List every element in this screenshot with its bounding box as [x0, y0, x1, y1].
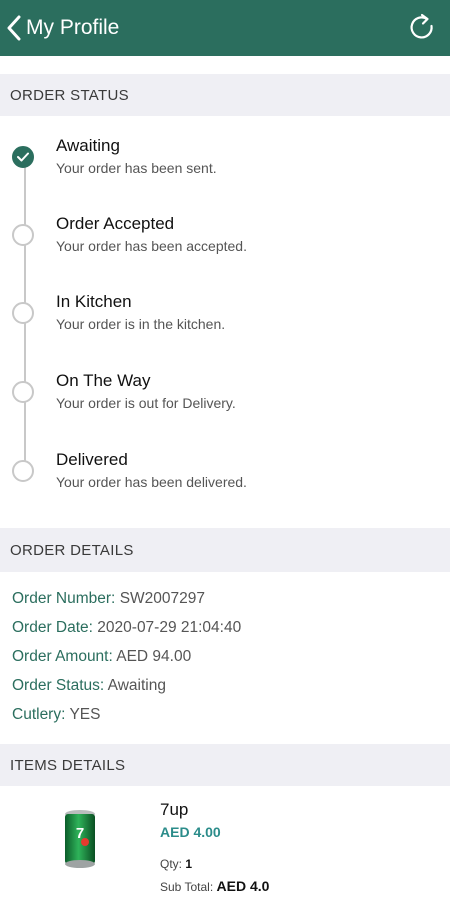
empty-circle-icon: [12, 302, 34, 324]
status-step-kitchen: In Kitchen Your order is in the kitchen.: [0, 292, 450, 362]
detail-label: Order Date:: [12, 619, 93, 636]
step-title: Delivered: [56, 450, 128, 469]
status-step-awaiting: Awaiting Your order has been sent.: [0, 136, 450, 206]
order-date-value: 2020-07-29 21:04:40: [97, 619, 242, 636]
order-status-value: Awaiting: [107, 677, 166, 694]
item-qty: Qty: 1: [160, 857, 192, 871]
qty-value: 1: [185, 857, 193, 871]
order-number-row: Order Number: SW2007297: [12, 590, 205, 608]
detail-label: Order Number:: [12, 590, 116, 607]
page-title: My Profile: [26, 16, 120, 39]
qty-label: Qty:: [160, 857, 183, 871]
step-title: Awaiting: [56, 136, 120, 155]
items-details-header: ITEMS DETAILS: [0, 744, 450, 786]
order-details-title: ORDER DETAILS: [10, 541, 134, 559]
cutlery-row: Cutlery: YES: [12, 706, 100, 724]
status-step-accepted: Order Accepted Your order has been accep…: [0, 214, 450, 284]
step-title: Order Accepted: [56, 214, 175, 233]
order-amount-value: AED 94.00: [116, 648, 192, 665]
empty-circle-icon: [12, 381, 34, 403]
refresh-icon[interactable]: [408, 12, 436, 42]
items-details-title: ITEMS DETAILS: [10, 756, 126, 774]
step-title: In Kitchen: [56, 292, 132, 311]
item-price: AED 4.00: [160, 824, 221, 840]
chevron-left-icon: [7, 15, 21, 41]
subtotal-value: AED 4.0: [216, 878, 270, 894]
detail-label: Cutlery:: [12, 706, 66, 723]
empty-circle-icon: [12, 460, 34, 482]
step-description: Your order is out for Delivery.: [56, 395, 236, 411]
detail-label: Order Status:: [12, 677, 105, 694]
order-number-value: SW2007297: [119, 590, 205, 607]
cutlery-value: YES: [69, 706, 101, 723]
step-description: Your order has been sent.: [56, 160, 217, 176]
item-name: 7up: [160, 800, 189, 819]
order-details-header: ORDER DETAILS: [0, 528, 450, 572]
order-date-row: Order Date: 2020-07-29 21:04:40: [12, 619, 241, 637]
step-description: Your order has been accepted.: [56, 238, 247, 254]
back-button[interactable]: My Profile: [6, 12, 119, 44]
empty-circle-icon: [12, 224, 34, 246]
soda-can-icon: 7: [65, 810, 95, 868]
step-description: Your order has been delivered.: [56, 474, 247, 490]
status-step-delivered: Delivered Your order has been delivered.: [0, 450, 450, 520]
step-title: On The Way: [56, 371, 151, 390]
detail-label: Order Amount:: [12, 648, 113, 665]
order-amount-row: Order Amount: AED 94.00: [12, 648, 191, 666]
order-status-row: Order Status: Awaiting: [12, 677, 166, 695]
subtotal-label: Sub Total:: [160, 880, 214, 894]
order-status-header: ORDER STATUS: [0, 74, 450, 116]
item-subtotal: Sub Total: AED 4.0: [160, 878, 269, 894]
step-description: Your order is in the kitchen.: [56, 316, 226, 332]
status-step-on-the-way: On The Way Your order is out for Deliver…: [0, 371, 450, 441]
check-circle-icon: [12, 146, 34, 168]
order-status-title: ORDER STATUS: [10, 86, 129, 104]
top-bar: My Profile: [0, 0, 450, 56]
